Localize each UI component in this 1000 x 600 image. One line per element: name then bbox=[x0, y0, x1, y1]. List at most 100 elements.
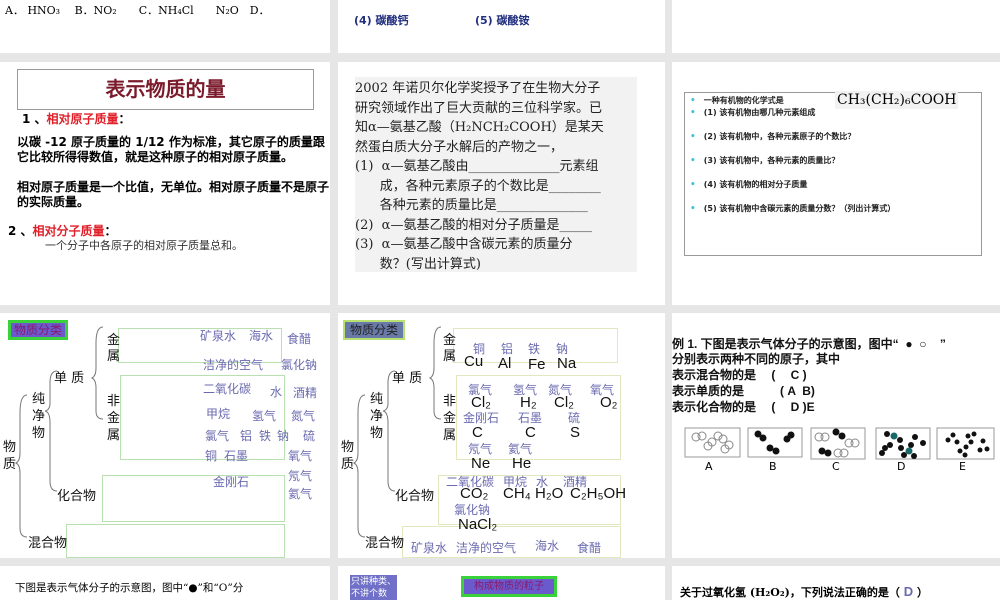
list-item: • (1) 该有机物由哪几种元素组成 bbox=[690, 108, 816, 118]
word: 石墨 bbox=[224, 449, 249, 463]
word: 氢气 bbox=[252, 409, 277, 423]
word: 酒精 bbox=[293, 386, 318, 400]
list-item: • (2) 该有机物中，各种元素原子的个数比？ bbox=[690, 132, 856, 142]
slide-thumbnail-2[interactable]: (4) 碳酸钙 (5) 碳酸铵 bbox=[338, 0, 665, 53]
slide-relative-mass[interactable]: 表示物质的量 1 、相对原子质量： 以碳 -12 原子质量的 1/12 作为标准… bbox=[0, 62, 330, 305]
word: 海水 bbox=[249, 329, 274, 343]
title-badge: 构成物质的粒子 bbox=[461, 576, 557, 597]
heading-text: 相对分子质量 bbox=[32, 224, 105, 238]
line: 成，各种元素原子的个数比是________ bbox=[355, 178, 601, 194]
fig-label: D bbox=[897, 460, 906, 473]
heading-text: 相对原子质量 bbox=[46, 112, 119, 126]
word: 硫 bbox=[303, 429, 316, 443]
word: 金刚石 bbox=[213, 475, 250, 489]
paragraph-3: 一个分子中各原子的相对原子质量总和。 bbox=[45, 239, 243, 252]
word: 洁净的空气 bbox=[203, 358, 264, 372]
word: 铝 bbox=[240, 429, 253, 443]
question-line: 分别表示两种不同的原子，其中 bbox=[672, 352, 841, 366]
word: 铜 bbox=[205, 449, 218, 463]
formula: H₂O bbox=[535, 485, 564, 502]
colon: ： bbox=[118, 112, 131, 126]
item-5: (5) 碳酸铵 bbox=[475, 14, 530, 27]
word: 氯化钠 bbox=[281, 358, 318, 372]
question-text: 关于过氧化氢 (H₂O₂)，下列说法正确的是（ D ） bbox=[680, 584, 928, 599]
slide-thumbnail-3[interactable] bbox=[672, 0, 1000, 53]
formula: CH₃(CH₂)₆COOH bbox=[835, 91, 959, 109]
formula: S bbox=[570, 424, 581, 441]
label-nonmetal: 非金属 bbox=[443, 394, 457, 443]
heading-1: 1 、相对原子质量： bbox=[22, 110, 131, 127]
bullet-icon: • bbox=[690, 96, 696, 106]
paragraph-1: 以碳 -12 原子质量的 1/12 作为标准，其它原子的质量跟它比较所得得数值，… bbox=[17, 135, 325, 164]
slide-organic[interactable]: CH₃(CH₂)₆COOH • 一种有机物的化学式是 • (1) 该有机物由哪几种元… bbox=[672, 62, 1000, 305]
formula: Al bbox=[498, 355, 512, 372]
fig-label: B bbox=[769, 460, 777, 473]
formula: C bbox=[525, 424, 536, 441]
label-metal: 金属 bbox=[107, 333, 121, 364]
paragraph-2: 相对原子质量是一个比值，无单位。相对原子质量不是原子的实际质量。 bbox=[17, 180, 330, 209]
bullet-icon: • bbox=[690, 108, 696, 118]
line: (3) α—氨基乙酸中含碳元素的质量分 bbox=[355, 237, 573, 252]
slide-classification-2[interactable]: 物质分类 金属 单 质 非金属 纯净物 物质 化合物 混合物 铜 铝 铁 钠 C… bbox=[338, 313, 665, 558]
list-item: • (3) 该有机物中，各种元素的质量比？ bbox=[690, 156, 840, 166]
bullet-icon: • bbox=[690, 132, 696, 142]
formula: Na bbox=[557, 355, 577, 372]
word: 洁净的空气 bbox=[456, 541, 517, 555]
question-text: 下图是表示气体分子的示意图，图中“●”和“O”分 bbox=[15, 582, 244, 594]
name: 铁 bbox=[528, 342, 541, 356]
answer-mixture: 表示混合物的是 ( C ) bbox=[672, 368, 807, 382]
heading-num: 1 、 bbox=[22, 112, 47, 126]
formula: NaCl₂ bbox=[458, 516, 498, 533]
word: 氮气 bbox=[291, 409, 316, 423]
word: 氧气 bbox=[288, 449, 313, 463]
answer-element: 表示单质的是 ( A B) bbox=[672, 384, 815, 398]
line: 数？(写出计算式) bbox=[355, 256, 481, 272]
slide-thumbnail-row3-3[interactable]: 关于过氧化氢 (H₂O₂)，下列说法正确的是（ D ） bbox=[672, 566, 1000, 600]
label-pure: 纯净物 bbox=[370, 392, 384, 441]
label-matter: 物质 bbox=[3, 440, 17, 472]
label-simple: 单 质 bbox=[54, 371, 85, 386]
fig-label: A bbox=[705, 460, 713, 473]
list-item: • (4) 该有机物的相对分子质量 bbox=[690, 180, 808, 190]
word: 氖气 bbox=[288, 469, 313, 483]
word: 食醋 bbox=[287, 332, 312, 346]
word: 二氧化碳 bbox=[203, 382, 252, 396]
formula: C₂H₅OH bbox=[570, 485, 627, 502]
line: 各种元素的质量比是______________ bbox=[355, 198, 588, 213]
line: 研究领域作出了巨大贡献的三位科学家。已 bbox=[355, 100, 603, 116]
slide-thumbnail-1[interactable]: A． HNO₃ B．NO₂ C．NH₄Cl N₂O D． bbox=[0, 0, 330, 53]
label-compound: 化合物 bbox=[57, 489, 97, 504]
item-4: (4) 碳酸钙 bbox=[354, 14, 409, 27]
slide-glycine[interactable]: 2002 年诺贝尔化学奖授予了在生物大分子 研究领域作出了巨大贡献的三位科学家。… bbox=[338, 62, 665, 305]
colon: ： bbox=[104, 224, 117, 238]
line: (2) α—氨基乙酸的相对分子质量是_____ bbox=[355, 217, 592, 233]
line: 然蛋白质大分子水解后的产物之一， bbox=[355, 139, 564, 155]
bullet-icon: • bbox=[690, 180, 696, 190]
formula: O₂ bbox=[600, 394, 618, 411]
slide-thumbnail-row3-1[interactable]: 下图是表示气体分子的示意图，图中“●”和“O”分 bbox=[0, 566, 330, 600]
list-item: • 一种有机物的化学式是 bbox=[690, 96, 784, 106]
label-pure: 纯净物 bbox=[32, 392, 46, 441]
word: 水 bbox=[270, 385, 283, 399]
formula: Fe bbox=[528, 356, 546, 373]
slide-classification-1[interactable]: 物质分类 金属 单 质 非金属 纯净物 物质 化合物 混合物 矿泉水 海水 食醋… bbox=[0, 313, 330, 558]
slide-example-1[interactable]: 例 1. 下图是表示气体分子的示意图，图中“ ● ○ ” 分别表示两种不同的原子… bbox=[672, 313, 1000, 558]
formula: Cu bbox=[464, 353, 484, 370]
word: 食醋 bbox=[577, 541, 602, 555]
fig-label: C bbox=[832, 460, 840, 473]
formula: CH₄ bbox=[503, 485, 531, 502]
word: 矿泉水 bbox=[411, 541, 448, 555]
note-badge: 只讲种类、不讲个数 bbox=[350, 575, 397, 600]
line: 2002 年诺贝尔化学奖授予了在生物大分子 bbox=[355, 81, 601, 96]
compound-box bbox=[102, 475, 285, 522]
word: 海水 bbox=[535, 539, 560, 553]
formula: C bbox=[472, 424, 483, 441]
formula: Ne bbox=[471, 455, 491, 472]
answer-compound: 表示化合物的是 ( D )E bbox=[672, 400, 815, 414]
formula: He bbox=[512, 455, 532, 472]
label-simple: 单 质 bbox=[392, 371, 423, 386]
slide-thumbnail-row3-2[interactable]: 只讲种类、不讲个数 构成物质的粒子 bbox=[338, 566, 665, 600]
label-compound: 化合物 bbox=[395, 489, 435, 504]
list-item: • (5) 该有机物中含碳元素的质量分数？（列出计算式） bbox=[690, 204, 896, 214]
bullet-icon: • bbox=[690, 204, 696, 214]
